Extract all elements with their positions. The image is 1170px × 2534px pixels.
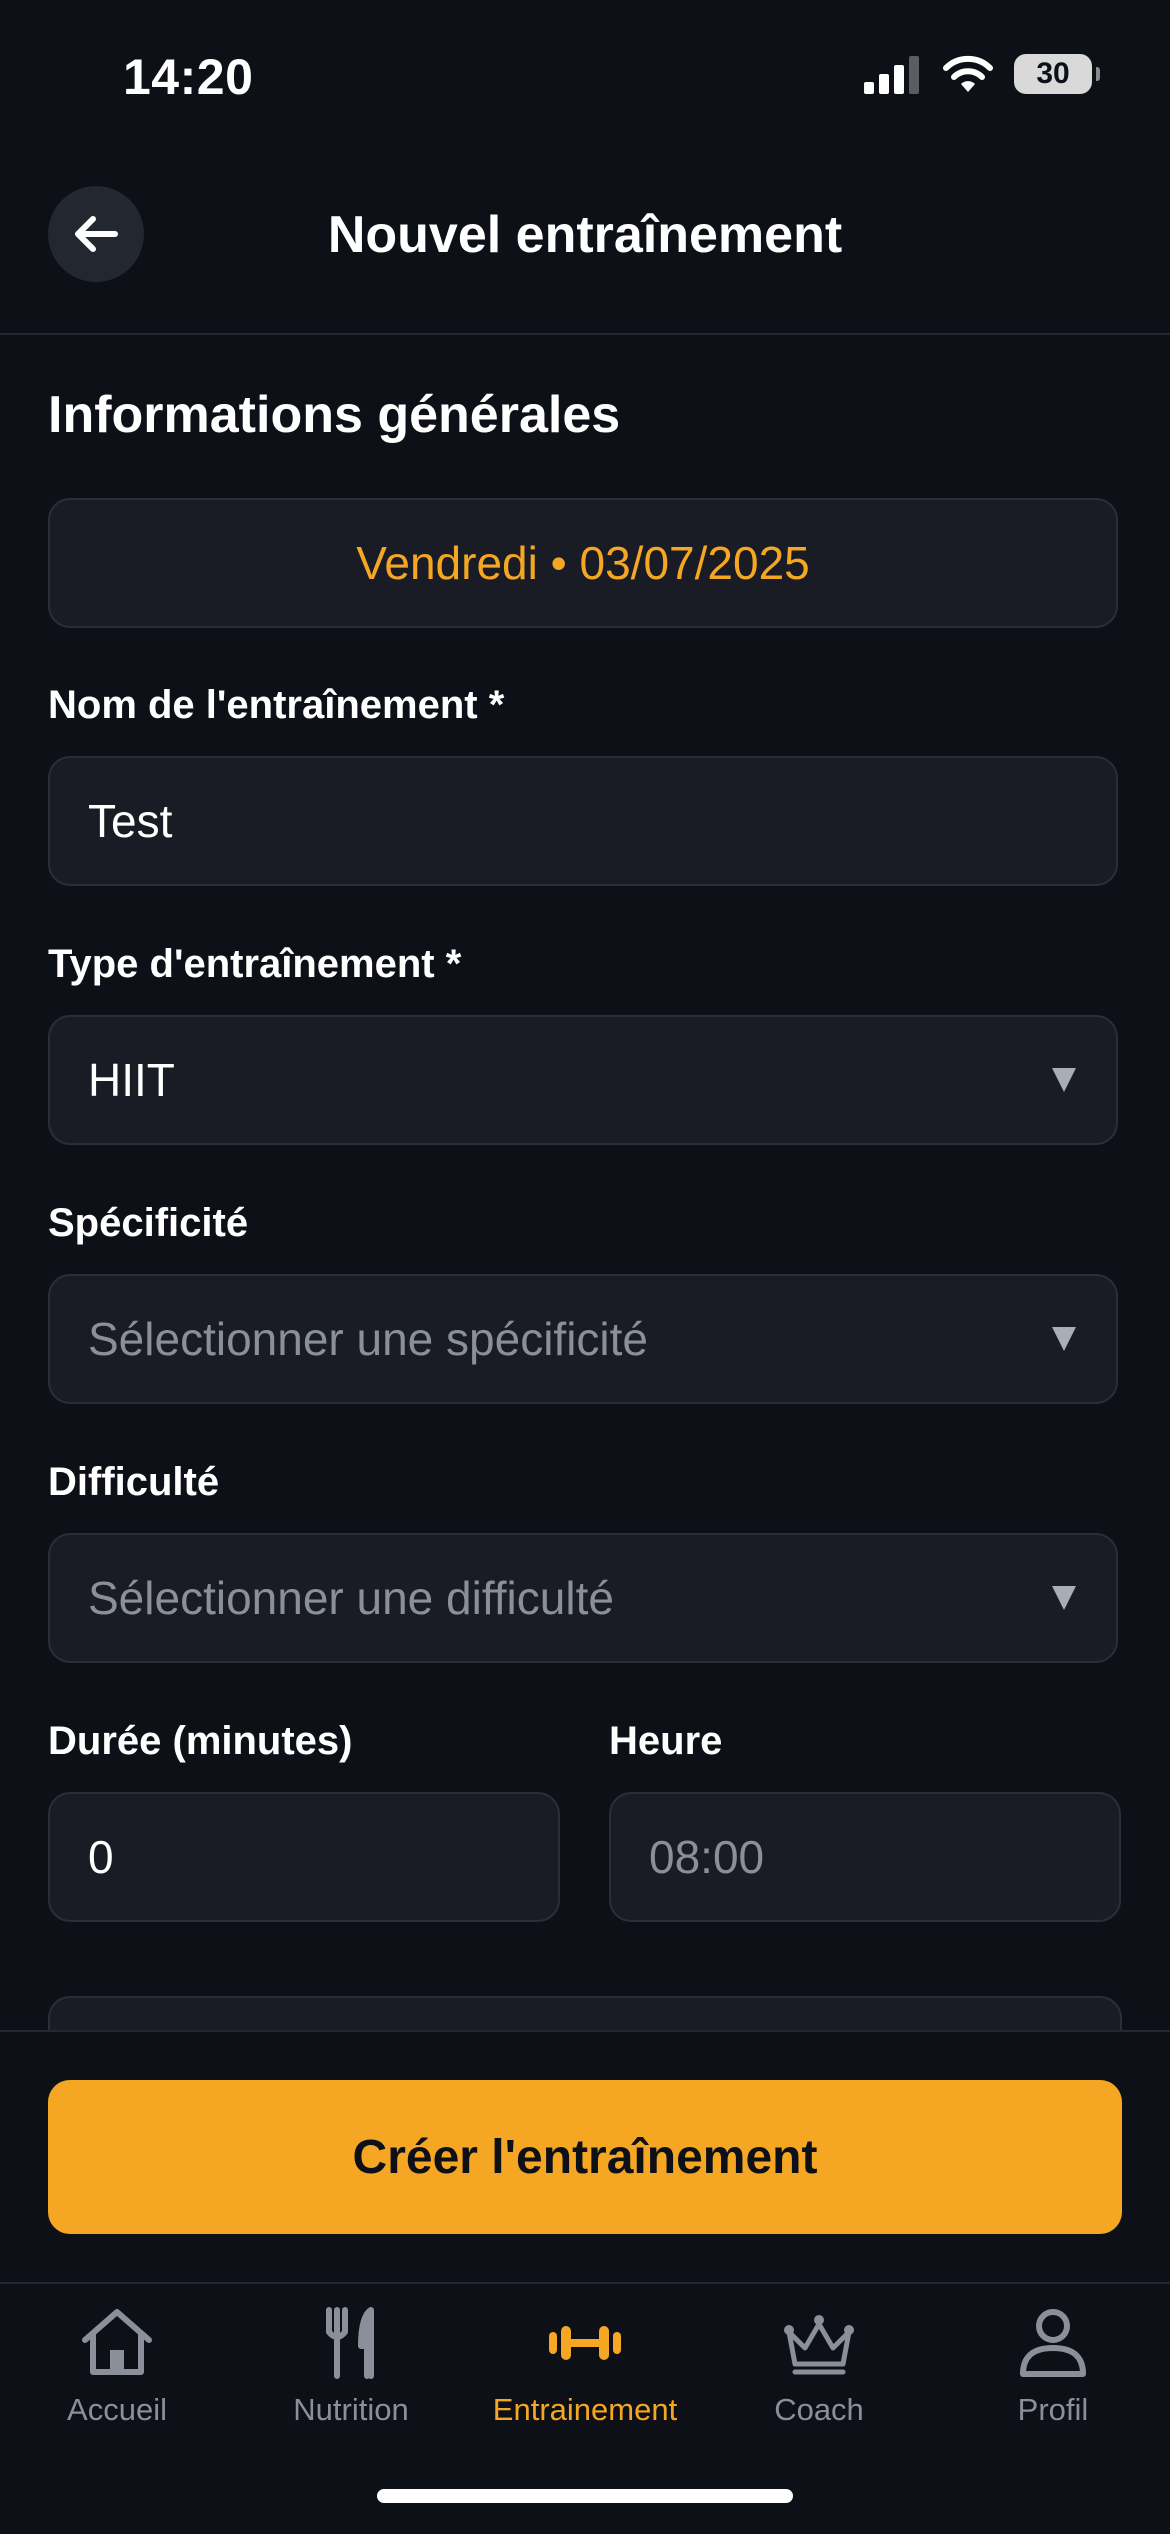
specificity-placeholder: Sélectionner une spécificité bbox=[88, 1313, 648, 1365]
caret-down-icon bbox=[1052, 1586, 1076, 1610]
page-title: Nouvel entraînement bbox=[327, 206, 843, 264]
caret-down-icon bbox=[1052, 1327, 1076, 1351]
tab-label: Nutrition bbox=[293, 2392, 409, 2427]
caret-down-icon bbox=[1052, 1068, 1076, 1092]
duration-field[interactable]: 0 bbox=[48, 1792, 560, 1922]
specificity-label: Spécificité bbox=[48, 1201, 249, 1245]
difficulty-select[interactable]: Sélectionner une difficulté bbox=[48, 1533, 1118, 1663]
date-selector[interactable]: Vendredi • 03/07/2025 bbox=[48, 498, 1118, 628]
name-label: Nom de l'entraînement * bbox=[48, 683, 505, 727]
signal-icon bbox=[864, 56, 919, 94]
battery-indicator: 30 bbox=[1014, 54, 1100, 94]
create-workout-button[interactable]: Créer l'entraînement bbox=[48, 2080, 1122, 2234]
tab-accueil[interactable]: Accueil bbox=[0, 2302, 234, 2442]
tab-coach[interactable]: Coach bbox=[702, 2302, 936, 2442]
specificity-select[interactable]: Sélectionner une spécificité bbox=[48, 1274, 1118, 1404]
date-display: Vendredi • 03/07/2025 bbox=[356, 537, 810, 589]
dumbbell-icon bbox=[549, 2326, 621, 2360]
type-value: HIIT bbox=[88, 1054, 175, 1106]
user-icon bbox=[1020, 2309, 1086, 2377]
name-field[interactable]: Test bbox=[48, 756, 1118, 886]
type-select[interactable]: HIIT bbox=[48, 1015, 1118, 1145]
section-title: Informations générales bbox=[48, 386, 621, 444]
fork-knife-icon bbox=[326, 2307, 374, 2379]
tab-label: Profil bbox=[1017, 2392, 1089, 2427]
tab-entrainement[interactable]: Entrainement bbox=[468, 2302, 702, 2442]
name-value: Test bbox=[88, 795, 173, 847]
wifi-icon bbox=[943, 55, 993, 92]
footer-action-bar: Créer l'entraînement bbox=[0, 2030, 1170, 2284]
difficulty-placeholder: Sélectionner une difficulté bbox=[88, 1572, 614, 1624]
difficulty-label: Difficulté bbox=[48, 1460, 220, 1504]
type-label: Type d'entraînement * bbox=[48, 942, 462, 986]
tab-nutrition[interactable]: Nutrition bbox=[234, 2302, 468, 2442]
crown-icon bbox=[784, 2315, 854, 2375]
time-placeholder: 08:00 bbox=[649, 1831, 765, 1883]
home-icon bbox=[82, 2309, 152, 2375]
home-indicator bbox=[377, 2489, 793, 2503]
status-icons: 30 bbox=[864, 54, 1100, 94]
tab-profil[interactable]: Profil bbox=[936, 2302, 1170, 2442]
duration-value: 0 bbox=[88, 1831, 114, 1883]
tab-label: Entrainement bbox=[492, 2392, 678, 2427]
tab-label: Accueil bbox=[67, 2392, 167, 2427]
duration-label: Durée (minutes) bbox=[48, 1719, 353, 1763]
status-time: 14:20 bbox=[123, 49, 254, 105]
tab-label: Coach bbox=[774, 2392, 864, 2427]
time-label: Heure bbox=[609, 1719, 723, 1763]
header: Nouvel entraînement bbox=[0, 150, 1170, 335]
status-bar: 14:20 30 bbox=[0, 0, 1170, 150]
time-field[interactable]: 08:00 bbox=[609, 1792, 1121, 1922]
